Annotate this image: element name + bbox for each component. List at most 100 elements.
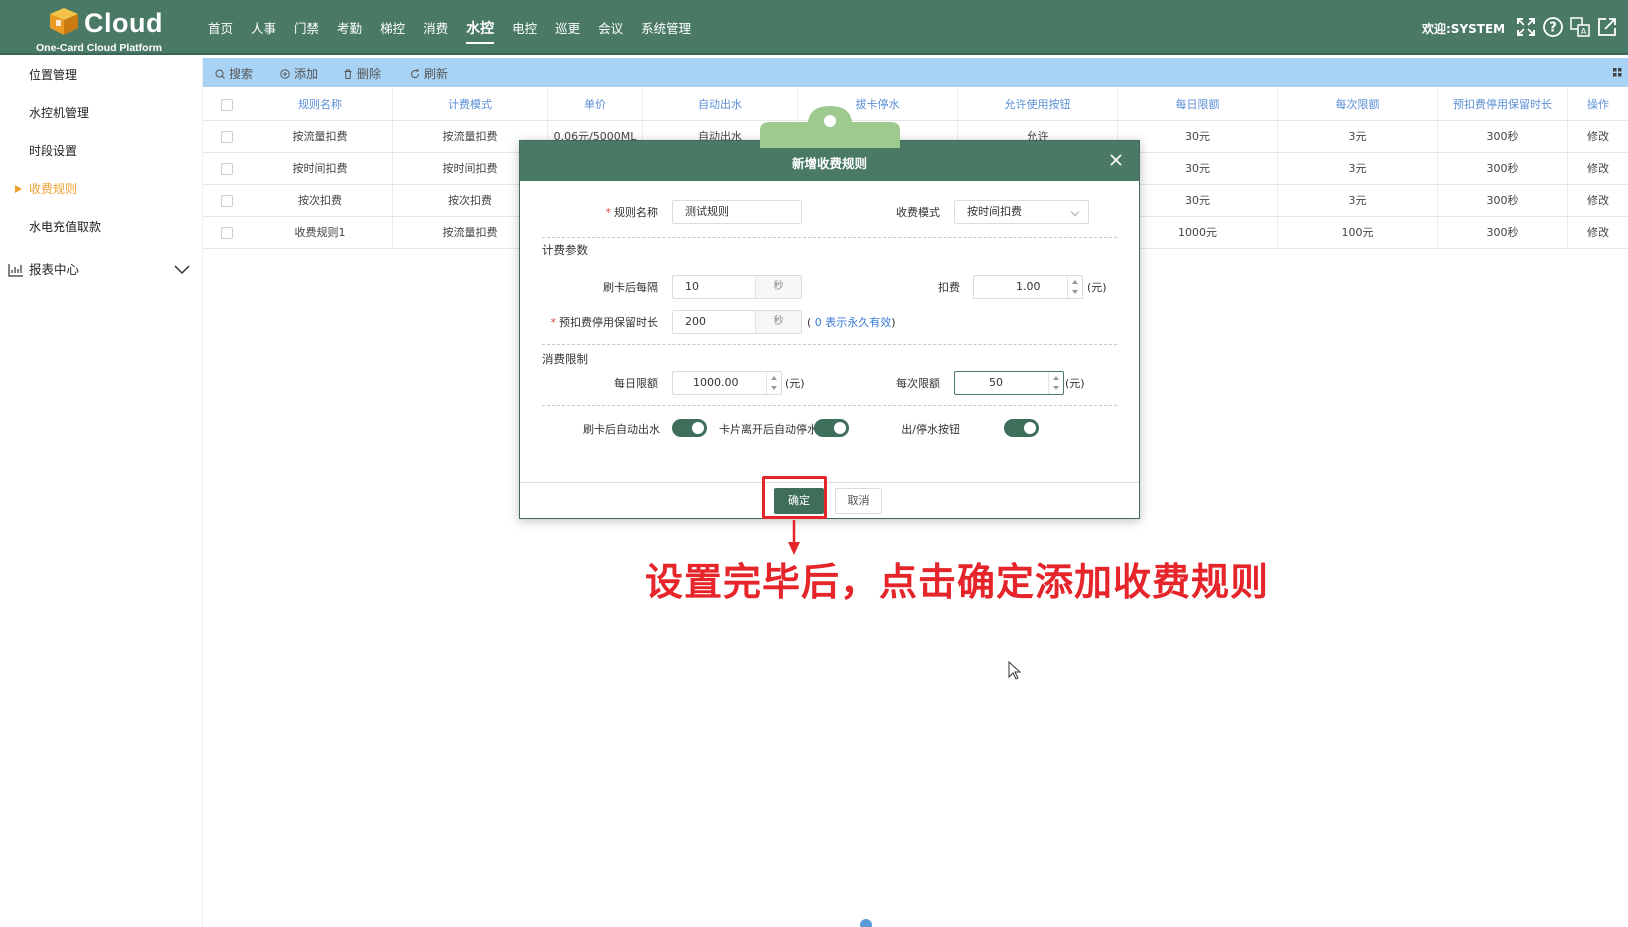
toolbar: 搜索 添加 删除 刷新	[203, 58, 1628, 87]
cancel-button[interactable]: 取消	[835, 488, 882, 514]
table-cell: 按次扣费	[248, 185, 393, 217]
dialog-footer-divider	[520, 482, 1139, 483]
nav-water-control[interactable]: 水控	[466, 18, 495, 44]
edit-link[interactable]: 修改	[1568, 121, 1628, 153]
add-icon	[280, 68, 290, 79]
table-cell: 30元	[1118, 153, 1278, 185]
delete-button[interactable]: 删除	[343, 65, 381, 82]
column-header: 允许使用按钮	[958, 89, 1118, 121]
logo-subtitle: One-Card Cloud Platform	[36, 42, 163, 54]
table-cell: 按流量扣费	[248, 121, 393, 153]
grid-icon[interactable]	[1613, 68, 1622, 77]
hold-label: * 预扣费停用保留时长	[550, 316, 659, 329]
each-limit-stepper[interactable]: 50	[954, 371, 1064, 395]
divider	[542, 344, 1117, 345]
row-checkbox[interactable]	[221, 131, 233, 143]
interval-input[interactable]: 10 秒	[672, 275, 802, 299]
column-header: 每日限额	[1118, 89, 1278, 121]
sidebar-item-location[interactable]: 位置管理	[0, 60, 203, 90]
nav-power-control[interactable]: 电控	[512, 18, 537, 37]
clipboard-clip-icon	[760, 106, 900, 148]
select-all-checkbox[interactable]	[221, 99, 233, 111]
sidebar-group-label: 报表中心	[29, 262, 80, 277]
stepper-arrows-icon[interactable]	[766, 372, 781, 394]
fee-unit: (元)	[1087, 281, 1107, 294]
nav-patrol[interactable]: 巡更	[555, 18, 580, 37]
nav-attendance[interactable]: 考勤	[337, 18, 362, 37]
mode-label: 收费模式	[896, 206, 940, 219]
refresh-icon	[411, 69, 420, 78]
table-cell: 100元	[1278, 217, 1438, 249]
search-button[interactable]: 搜索	[215, 65, 253, 82]
table-cell: 3元	[1278, 121, 1438, 153]
edit-link[interactable]: 修改	[1568, 217, 1628, 249]
trash-icon	[344, 69, 352, 79]
nav-meeting[interactable]: 会议	[598, 18, 623, 37]
fee-stepper[interactable]: 1.00	[973, 275, 1083, 299]
daily-limit-label: 每日限额	[614, 377, 658, 390]
refresh-label: 刷新	[424, 67, 449, 81]
chevron-down-icon	[1070, 207, 1080, 217]
column-header: 计费模式	[393, 89, 548, 121]
mode-select[interactable]: 按时间扣费	[954, 200, 1089, 224]
water-button-label: 出/停水按钮	[901, 423, 960, 436]
column-header: 预扣费停用保留时长	[1438, 89, 1568, 121]
hold-hint: ( 0 表示永久有效)	[807, 316, 896, 329]
auto-water-label: 刷卡后自动出水	[583, 423, 660, 436]
stepper-arrows-icon[interactable]	[1067, 276, 1082, 298]
edit-link[interactable]: 修改	[1568, 153, 1628, 185]
logout-icon[interactable]	[1596, 16, 1618, 38]
sidebar-item-recharge[interactable]: 水电充值取款	[0, 212, 203, 242]
nav-consumption[interactable]: 消费	[423, 18, 448, 37]
daily-limit-unit: (元)	[785, 377, 805, 390]
sidebar-group-reports[interactable]: 报表中心	[0, 255, 203, 285]
row-checkbox[interactable]	[221, 195, 233, 207]
refresh-button[interactable]: 刷新	[410, 65, 448, 82]
nav-hr[interactable]: 人事	[251, 18, 276, 37]
sidebar: 位置管理 水控机管理 时段设置 收费规则 水电充值取款 报表中心	[0, 57, 203, 927]
page-indicator-dot	[860, 919, 872, 927]
card-leave-toggle[interactable]	[814, 419, 849, 437]
rule-name-input[interactable]: 测试规则	[672, 200, 802, 224]
table-cell: 30元	[1118, 185, 1278, 217]
water-button-toggle[interactable]	[1004, 419, 1039, 437]
table-cell: 按时间扣费	[248, 153, 393, 185]
divider	[542, 405, 1117, 406]
welcome-text: 欢迎:SYSTEM	[1422, 22, 1506, 36]
fee-value: 1.00	[1016, 280, 1041, 293]
column-header: 规则名称	[248, 89, 393, 121]
chart-icon	[8, 264, 23, 277]
auto-water-toggle[interactable]	[672, 419, 707, 437]
sidebar-item-label: 时段设置	[29, 144, 78, 158]
nav-home[interactable]: 首页	[208, 18, 233, 37]
language-icon[interactable]: A	[1569, 16, 1591, 38]
stepper-arrows-icon[interactable]	[1048, 372, 1063, 394]
table-cell: 30元	[1118, 121, 1278, 153]
interval-value: 10	[685, 280, 699, 293]
logo: Cloud One-Card Cloud Platform	[36, 4, 176, 54]
row-checkbox[interactable]	[221, 163, 233, 175]
sidebar-item-water-machine[interactable]: 水控机管理	[0, 98, 203, 128]
fullscreen-icon[interactable]	[1515, 16, 1537, 38]
daily-limit-stepper[interactable]: 1000.00	[672, 371, 782, 395]
tutorial-annotation: 设置完毕后，点击确定添加收费规则	[645, 560, 1270, 604]
table-header: 规则名称 计费模式 单价 自动出水 拔卡停水 允许使用按钮 每日限额 每次限额 …	[203, 89, 1628, 121]
add-label: 添加	[294, 67, 319, 81]
hold-input[interactable]: 200 秒	[672, 310, 802, 334]
add-button[interactable]: 添加	[280, 65, 318, 82]
help-icon[interactable]: ?	[1542, 16, 1564, 38]
nav-access[interactable]: 门禁	[294, 18, 319, 37]
table-cell: 3元	[1278, 153, 1438, 185]
table-cell: 300秒	[1438, 185, 1568, 217]
sidebar-item-time-period[interactable]: 时段设置	[0, 136, 203, 166]
column-header: 单价	[548, 89, 643, 121]
daily-limit-value: 1000.00	[693, 376, 739, 389]
column-header: 每次限额	[1278, 89, 1438, 121]
row-checkbox[interactable]	[221, 227, 233, 239]
table-cell: 300秒	[1438, 121, 1568, 153]
sidebar-item-fee-rules[interactable]: 收费规则	[0, 174, 203, 204]
close-icon[interactable]	[1107, 151, 1125, 169]
edit-link[interactable]: 修改	[1568, 185, 1628, 217]
nav-elevator[interactable]: 梯控	[380, 18, 405, 37]
nav-system[interactable]: 系统管理	[641, 18, 691, 37]
